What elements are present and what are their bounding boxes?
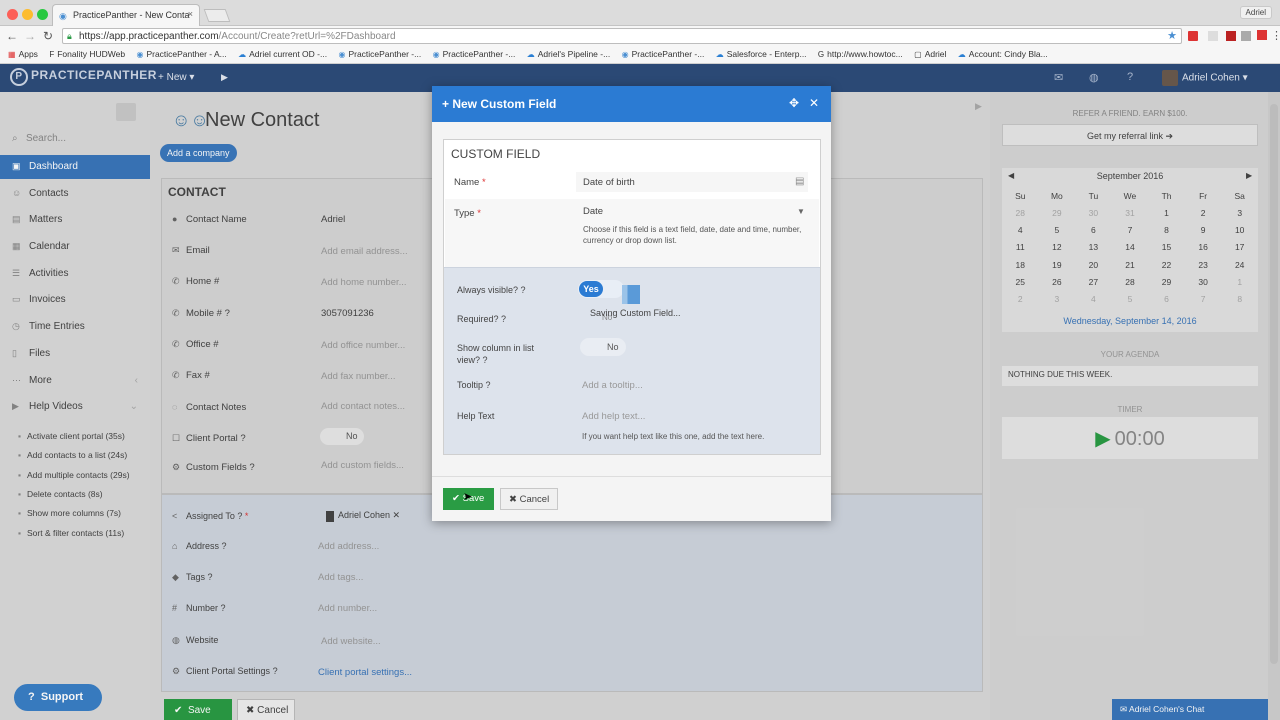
maximize-window-icon[interactable] [37,9,48,20]
browser-profile-badge[interactable]: Adriel [1239,6,1272,19]
info-icon: ? [501,314,507,324]
bookmark-item[interactable]: Ghttp://www.howtoc... [818,49,903,59]
extension-icon[interactable] [1241,31,1251,41]
extension-icon[interactable] [1208,31,1218,41]
bookmark-item[interactable]: ◉ PracticePanther -... [622,49,705,59]
help-text-input[interactable]: Add help text... [582,411,645,422]
name-label: Name * [454,177,486,188]
bookmark-item[interactable]: ▦ Apps [8,49,38,59]
toggle-yes: Yes [579,281,603,297]
reload-icon[interactable]: ↻ [43,29,53,43]
tooltip-label: Tooltip ? [457,380,491,390]
required-label: Required? ? [457,314,507,324]
type-help-text: Choose if this field is a text field, da… [583,225,802,245]
forward-icon[interactable]: → [24,29,36,43]
check-icon: ✔ [452,493,460,504]
modal-divider [432,476,831,477]
info-icon: ? [485,380,491,390]
back-icon[interactable]: ← [6,29,18,43]
info-icon: ? [520,285,526,295]
caret-down-icon[interactable]: ▼ [797,207,805,216]
modal-title: + New Custom Field [432,86,831,122]
close-window-icon[interactable] [7,9,18,20]
extension-icon[interactable] [1226,31,1236,41]
help-text-label: Help Text [457,411,495,421]
document-icon: ▤ [795,176,805,187]
mouse-cursor-icon: ➤ [463,491,473,503]
tooltip-input[interactable]: Add a tooltip... [582,380,643,391]
tab-title: PracticePanther - New Conta [73,10,190,20]
info-icon: ? [482,355,488,365]
move-icon[interactable]: ✥ [789,96,799,110]
bookmark-item[interactable]: ▢ Adriel [914,49,946,59]
name-value: Date of birth [583,177,635,188]
show-column-label: Show column in list view? ? [457,343,535,365]
close-tab-icon[interactable]: × [188,9,193,19]
type-select[interactable]: Date [583,206,603,217]
always-visible-label: Always visible? ? [457,285,526,295]
extension-icon[interactable] [1188,31,1198,41]
address-bar-row: ← → ↻ 🔒︎ https://app.practicepanther.com… [0,26,1280,46]
menu-icon[interactable]: ⋮ [1271,29,1280,42]
url-path: /Account/Create?retUrl=%2FDashboard [218,31,396,42]
new-tab-button[interactable] [203,9,231,22]
bookmark-item[interactable]: ◉ PracticePanther -... [433,49,516,59]
bookmark-item[interactable]: ◉ PracticePanther -... [338,49,421,59]
bookmark-item[interactable]: ☁ Adriel's Pipeline -... [527,49,611,59]
loading-icon [622,285,640,304]
bookmark-item[interactable]: ☁ Adriel current OD -... [238,49,327,59]
saving-status: Saving Custom Field... [590,308,681,318]
form-title: CUSTOM FIELD [451,147,541,161]
bookmark-star-icon[interactable]: ★ [1167,29,1177,42]
minimize-window-icon[interactable] [22,9,33,20]
extension-icon[interactable] [1257,30,1267,40]
close-icon: ✖ [509,494,517,505]
panther-favicon-icon: ◉ [59,11,67,21]
url-field[interactable]: 🔒︎ https://app.practicepanther.com/Accou… [62,28,1182,44]
type-label: Type * [454,208,481,219]
help-text-hint: If you want help text like this one, add… [582,432,765,441]
browser-tab[interactable]: ◉ PracticePanther - New Conta × [52,4,200,26]
bookmark-item[interactable]: ◉ PracticePanther - A... [136,49,226,59]
modal-cancel-button[interactable]: ✖ Cancel [500,488,558,510]
show-column-toggle[interactable]: No [580,338,626,356]
bookmarks-bar: ▦ Apps F Fonality HUDWeb ◉ PracticePanther … [0,46,1280,64]
url-host: https://app.practicepanther.com [79,31,219,42]
lock-icon: 🔒︎ [67,31,72,41]
bookmark-item[interactable]: ☁ Account: Cindy Bla... [958,49,1048,59]
bookmark-item[interactable]: F Fonality HUDWeb [49,49,125,59]
bookmark-item[interactable]: ☁ Salesforce - Enterp... [716,49,807,59]
close-icon[interactable]: ✕ [809,96,819,110]
